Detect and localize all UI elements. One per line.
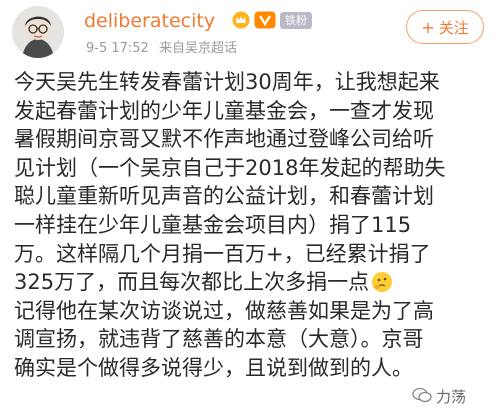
crown-icon[interactable]: [232, 11, 250, 29]
post-line: 调宣扬，就违背了慈善的本意（大意）。京哥: [14, 327, 424, 352]
avatar-illustration: [12, 6, 64, 58]
post-content: 今天吴先生转发春蕾计划30周年，让我想起来 发起春蕾计划的少年儿童基金会，一查才…: [14, 68, 496, 383]
watermark-text: 力荡: [436, 388, 467, 406]
post-line: 一样挂在少年儿童基金会项目内）捐了115: [14, 212, 412, 237]
post-source[interactable]: 来自吴京超话: [159, 41, 237, 56]
user-badges: 铁粉: [232, 8, 312, 32]
post-line: 确实是个做得多说得少，且说到做到的人。: [14, 355, 413, 380]
gold-badge-icon[interactable]: [254, 11, 276, 29]
post-line: 暑假期间京哥又默不作声地通过登峰公司给听: [14, 127, 434, 152]
post-line: 万。这样隔几个月捐一百万+，已经累计捐了: [14, 241, 431, 266]
post-line: 今天吴先生转发春蕾计划30周年，让我想起来: [14, 70, 440, 94]
post-line-with-emoji: 325万了，而且每次都比上次多捐一点: [14, 268, 496, 297]
username[interactable]: deliberatecity: [84, 10, 215, 32]
wechat-icon: [412, 387, 432, 407]
avatar[interactable]: [12, 6, 64, 58]
follow-label: 关注: [438, 18, 469, 37]
plus-icon: +: [421, 17, 435, 37]
fan-badge[interactable]: 铁粉: [280, 11, 312, 29]
post-line: 聪儿童重新听见声音的公益计划，和春蕾计划: [14, 184, 434, 209]
post-meta: 9-5 17:52 来自吴京超话: [86, 37, 237, 56]
post-line: 发起春蕾计划的少年儿童基金会，一查才发现: [14, 98, 434, 123]
watermark: 力荡: [412, 386, 466, 407]
follow-button[interactable]: + 关注: [406, 10, 484, 44]
post-line: 记得他在某次访谈说过，做慈善如果是为了高: [14, 298, 434, 323]
post-line-text: 325万了，而且每次都比上次多捐一点: [14, 270, 370, 295]
post-line: 见计划（一个吴京自己于2018年发起的帮助失: [14, 155, 446, 180]
weibo-post: deliberatecity 铁粉 9-5 17:52 来自吴京超话 + 关注 …: [0, 0, 500, 413]
post-timestamp: 9-5 17:52: [86, 41, 149, 56]
